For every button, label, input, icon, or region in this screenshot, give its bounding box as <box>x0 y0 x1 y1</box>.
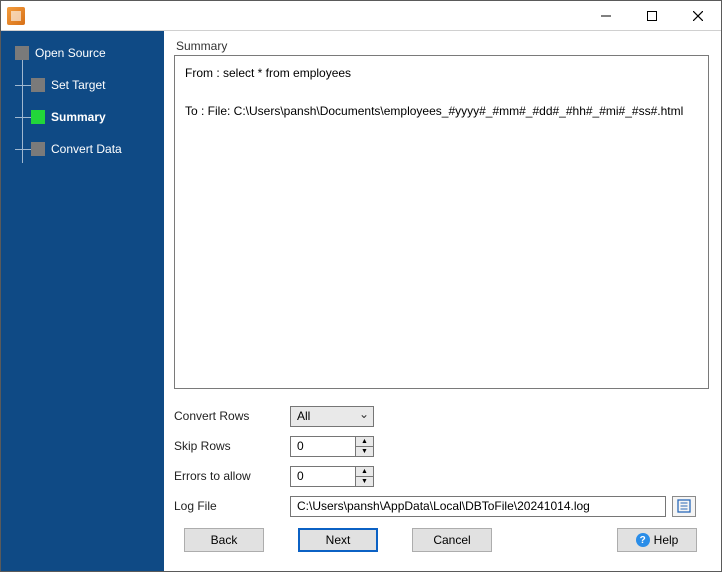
label-convert-rows: Convert Rows <box>174 409 290 423</box>
maximize-button[interactable] <box>629 1 675 30</box>
browse-icon <box>677 499 691 513</box>
row-skip-rows: Skip Rows ▲ ▼ <box>174 433 709 459</box>
nav-label: Convert Data <box>51 142 122 156</box>
nav-node-icon <box>31 78 45 92</box>
spinner-arrows: ▲ ▼ <box>355 437 373 456</box>
label-log-file: Log File <box>174 499 290 513</box>
nav-item-summary[interactable]: Summary <box>1 103 164 131</box>
label-skip-rows: Skip Rows <box>174 439 290 453</box>
nav-item-set-target[interactable]: Set Target <box>1 71 164 99</box>
minimize-button[interactable] <box>583 1 629 30</box>
next-button[interactable]: Next <box>298 528 378 552</box>
next-button-label: Next <box>326 533 351 547</box>
help-button-label: Help <box>654 533 679 547</box>
back-button[interactable]: Back <box>184 528 264 552</box>
convert-rows-select[interactable]: All <box>290 406 374 427</box>
section-label: Summary <box>174 39 709 53</box>
nav-label: Open Source <box>35 46 106 60</box>
spin-down-icon[interactable]: ▼ <box>356 447 373 456</box>
nav-item-convert-data[interactable]: Convert Data <box>1 135 164 163</box>
main-panel: Summary From : select * from employees T… <box>164 31 721 571</box>
skip-rows-spinner[interactable]: ▲ ▼ <box>290 436 374 457</box>
close-button[interactable] <box>675 1 721 30</box>
help-icon: ? <box>636 533 650 547</box>
cancel-button[interactable]: Cancel <box>412 528 492 552</box>
label-errors: Errors to allow <box>174 469 290 483</box>
minimize-icon <box>601 11 611 21</box>
cancel-button-label: Cancel <box>433 533 470 547</box>
back-button-label: Back <box>211 533 238 547</box>
summary-textbox: From : select * from employees To : File… <box>174 55 709 389</box>
nav-node-icon <box>15 46 29 60</box>
row-log-file: Log File <box>174 493 709 519</box>
options-panel: Convert Rows All Skip Rows ▲ ▼ <box>174 403 709 523</box>
wizard-sidebar: Open Source Set Target Summary Convert D… <box>1 31 164 571</box>
nav-item-open-source[interactable]: Open Source <box>1 39 164 67</box>
spin-up-icon[interactable]: ▲ <box>356 467 373 477</box>
row-convert-rows: Convert Rows All <box>174 403 709 429</box>
app-icon <box>7 7 25 25</box>
log-file-input[interactable] <box>290 496 666 517</box>
log-file-browse-button[interactable] <box>672 496 696 517</box>
nav-label: Set Target <box>51 78 105 92</box>
nav-label: Summary <box>51 110 106 124</box>
nav-node-icon <box>31 142 45 156</box>
app-window: Open Source Set Target Summary Convert D… <box>0 0 722 572</box>
window-controls <box>583 1 721 30</box>
spin-down-icon[interactable]: ▼ <box>356 477 373 486</box>
close-icon <box>693 11 703 21</box>
nav-node-icon <box>31 110 45 124</box>
maximize-icon <box>647 11 657 21</box>
errors-input[interactable] <box>291 467 355 486</box>
spin-up-icon[interactable]: ▲ <box>356 437 373 447</box>
skip-rows-input[interactable] <box>291 437 355 456</box>
nav-connector-line <box>22 59 23 163</box>
body: Open Source Set Target Summary Convert D… <box>1 31 721 571</box>
spinner-arrows: ▲ ▼ <box>355 467 373 486</box>
titlebar <box>1 1 721 31</box>
button-bar: Back Next Cancel ? Help <box>174 523 709 561</box>
errors-spinner[interactable]: ▲ ▼ <box>290 466 374 487</box>
help-button[interactable]: ? Help <box>617 528 697 552</box>
row-errors: Errors to allow ▲ ▼ <box>174 463 709 489</box>
